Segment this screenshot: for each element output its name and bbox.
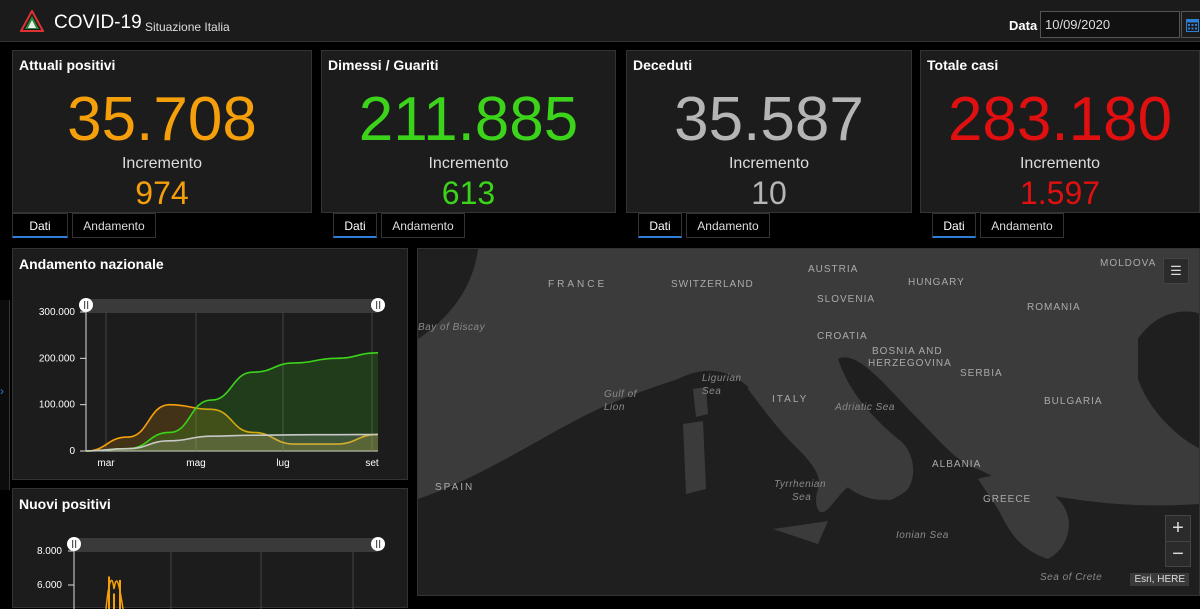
- increment-value: 613: [441, 175, 496, 211]
- y-tick-label: 0: [69, 446, 75, 457]
- increment-label: Incremento: [121, 155, 203, 172]
- calendar-icon: [1186, 19, 1199, 32]
- card-totale-casi: Totale casi 283.180 Incremento 1.597: [920, 50, 1200, 213]
- increment-value: 10: [751, 175, 787, 211]
- y-tick-label: 300.000: [39, 307, 76, 318]
- map-label-romania: ROMANIA: [1027, 302, 1081, 313]
- x-tick-label: set: [365, 458, 379, 469]
- increment-label: Incremento: [728, 155, 810, 172]
- card-value: 211.885: [358, 85, 579, 154]
- andamento-nazionale-chart: 300.000 200.000 100.000 0 mar mag lug set: [39, 298, 385, 469]
- nuovi-positivi-chart: 8.000 6.000: [37, 537, 385, 609]
- map-label-gulf-of: Gulf of: [604, 389, 637, 400]
- map-label-bosnia: BOSNIA AND: [872, 346, 943, 357]
- app-subtitle: Situazione Italia: [145, 20, 230, 34]
- map-label-bay-of-biscay: Bay of Biscay: [418, 322, 486, 333]
- y-tick-label: 8.000: [37, 546, 62, 557]
- y-tick-label: 100.000: [39, 400, 76, 411]
- tab-andamento[interactable]: Andamento: [980, 213, 1064, 238]
- map-label-ligurian: Ligurian: [702, 373, 742, 384]
- x-tick-label: mar: [97, 458, 115, 469]
- map-label-austria: AUSTRIA: [808, 264, 859, 275]
- map-label-ligurian-sea: Sea: [702, 386, 722, 397]
- card-title: Totale casi: [927, 57, 999, 73]
- tab-andamento[interactable]: Andamento: [686, 213, 770, 238]
- range-handle-left[interactable]: [67, 537, 81, 551]
- x-tick-label: lug: [276, 458, 289, 469]
- increment-value: 974: [135, 175, 189, 211]
- increment-label: Incremento: [1019, 155, 1101, 172]
- range-handle-left[interactable]: [79, 298, 93, 312]
- x-tick-label: mag: [186, 458, 205, 469]
- protezione-civile-logo-icon: [20, 10, 44, 32]
- map-label-france: FRANCE: [548, 279, 608, 290]
- map-label-greece: GREECE: [983, 494, 1032, 505]
- map-label-bulgaria: BULGARIA: [1044, 396, 1103, 407]
- increment-label: Incremento: [428, 155, 509, 172]
- y-tick-label: 200.000: [39, 353, 76, 364]
- nuovi-positivi-panel: Nuovi positivi 8.000 6.000: [12, 488, 408, 609]
- card-value: 35.587: [674, 85, 864, 154]
- map-view[interactable]: FRANCE SWITZERLAND AUSTRIA HUNGARY MOLDO…: [417, 248, 1200, 596]
- map-basemap: [418, 249, 1199, 595]
- card-attuali-positivi: Attuali positivi 35.708 Incremento 974: [12, 50, 312, 213]
- tab-andamento[interactable]: Andamento: [72, 213, 156, 238]
- map-label-tyrrhenian-sea: Sea: [792, 492, 812, 503]
- card-deceduti: Deceduti 35.587 Incremento 10: [626, 50, 912, 213]
- chevron-right-icon: ›: [0, 384, 4, 398]
- map-label-slovenia: SLOVENIA: [817, 294, 876, 305]
- map-label-sea-of-crete: Sea of Crete: [1040, 572, 1103, 583]
- card-title: Dimessi / Guariti: [328, 57, 439, 73]
- card-dimessi-guariti: Dimessi / Guariti 211.885 Incremento 613: [321, 50, 616, 213]
- map-label-adriatic-sea: Adriatic Sea: [835, 402, 895, 413]
- app-header: COVID-19 Situazione Italia Data: [0, 0, 1200, 42]
- app-title: COVID-19: [54, 12, 142, 33]
- tab-dati[interactable]: Dati: [638, 213, 682, 238]
- card-title: Attuali positivi: [19, 57, 116, 73]
- map-label-italy: ITALY: [772, 394, 809, 405]
- map-label-moldova: MOLDOVA: [1100, 258, 1157, 269]
- map-label-albania: ALBANIA: [932, 459, 982, 470]
- map-attribution: Esri, HERE: [1130, 573, 1189, 586]
- tab-dati[interactable]: Dati: [932, 213, 976, 238]
- list-icon: ☰: [1170, 263, 1182, 278]
- map-label-lion: Lion: [604, 402, 625, 413]
- map-label-spain: SPAIN: [435, 482, 475, 493]
- date-label: Data: [1009, 18, 1038, 33]
- map-label-serbia: SERBIA: [960, 368, 1003, 379]
- panel-collapse-handle[interactable]: ›: [0, 300, 10, 490]
- time-range-track[interactable]: [86, 299, 378, 313]
- card-value: 35.708: [67, 85, 257, 154]
- map-label-croatia: CROATIA: [817, 331, 868, 342]
- time-range-track[interactable]: [74, 538, 378, 552]
- tab-dati[interactable]: Dati: [12, 213, 68, 238]
- zoom-in-button[interactable]: +: [1165, 515, 1191, 541]
- calendar-button[interactable]: [1181, 11, 1200, 38]
- date-input[interactable]: [1040, 11, 1180, 38]
- map-label-herzegovina: HERZEGOVINA: [868, 358, 952, 369]
- andamento-nazionale-panel: Andamento nazionale 300.000 200.000 100.00…: [12, 248, 408, 480]
- card-value: 283.180: [947, 85, 1173, 154]
- y-tick-label: 6.000: [37, 580, 62, 591]
- range-handle-right[interactable]: [371, 537, 385, 551]
- card-title: Deceduti: [633, 57, 693, 73]
- increment-value: 1.597: [1019, 175, 1101, 211]
- map-label-tyrrhenian: Tyrrhenian: [774, 479, 827, 490]
- map-label-ionian-sea: Ionian Sea: [896, 530, 949, 541]
- range-handle-right[interactable]: [371, 298, 385, 312]
- zoom-out-button[interactable]: −: [1165, 541, 1191, 567]
- layer-list-button[interactable]: ☰: [1163, 258, 1189, 284]
- map-label-hungary: HUNGARY: [908, 277, 965, 288]
- map-label-switzerland: SWITZERLAND: [671, 279, 754, 290]
- tab-andamento[interactable]: Andamento: [381, 213, 465, 238]
- tab-dati[interactable]: Dati: [333, 213, 377, 238]
